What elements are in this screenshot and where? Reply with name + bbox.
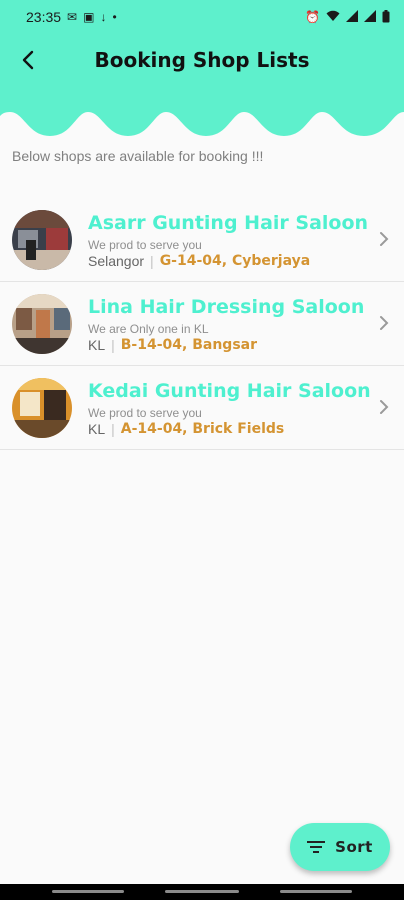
separator: |: [111, 337, 115, 353]
shop-avatar: [12, 294, 72, 354]
battery-icon: [382, 9, 390, 25]
dot-icon: •: [112, 10, 117, 24]
signal-icon: [364, 10, 376, 24]
shop-list-item[interactable]: Kedai Gunting Hair Saloon We prod to ser…: [0, 366, 404, 450]
shop-location: Selangor | G-14-04, Cyberjaya: [88, 253, 310, 269]
shop-list-item[interactable]: Lina Hair Dressing Saloon We are Only on…: [0, 282, 404, 366]
header-wave-decoration: [0, 112, 404, 140]
shop-tagline: We are Only one in KL: [88, 322, 209, 336]
separator: |: [150, 253, 154, 269]
wifi-icon: [326, 10, 340, 24]
shop-avatar: [12, 378, 72, 438]
sort-label: Sort: [335, 838, 373, 856]
nav-recents-gesture[interactable]: [280, 890, 352, 893]
shop-list-item[interactable]: Asarr Gunting Hair Saloon We prod to ser…: [0, 198, 404, 282]
status-bar: 23:35 ✉ ▣ ↓ • ⏰: [0, 0, 404, 34]
shop-list: Asarr Gunting Hair Saloon We prod to ser…: [0, 198, 404, 450]
shop-state: KL: [88, 337, 106, 353]
back-arrow-icon: [22, 50, 34, 70]
system-nav-bar: [0, 884, 404, 900]
shop-address: B-14-04, Bangsar: [120, 337, 258, 353]
sort-icon: [307, 841, 326, 853]
download-icon: ↓: [100, 10, 107, 24]
header: 23:35 ✉ ▣ ↓ • ⏰ Booking Shop Lists: [0, 0, 404, 140]
chevron-right-icon: [380, 316, 389, 330]
shop-location: KL | A-14-04, Brick Fields: [88, 421, 284, 437]
shop-location: KL | B-14-04, Bangsar: [88, 337, 257, 353]
image-icon: ▣: [83, 10, 95, 24]
shop-tagline: We prod to serve you: [88, 238, 202, 252]
nav-home-gesture[interactable]: [165, 890, 239, 893]
nav-back-gesture[interactable]: [52, 890, 124, 893]
status-time: 23:35: [26, 9, 62, 25]
shop-state: Selangor: [88, 253, 145, 269]
shop-state: KL: [88, 421, 106, 437]
shop-address: G-14-04, Cyberjaya: [159, 253, 311, 269]
chevron-right-icon: [380, 232, 389, 246]
shop-avatar: [12, 210, 72, 270]
chevron-right-icon: [380, 400, 389, 414]
signal-icon: [346, 10, 358, 24]
shop-name: Kedai Gunting Hair Saloon: [88, 380, 371, 402]
shop-name: Asarr Gunting Hair Saloon: [88, 212, 369, 234]
app-bar: Booking Shop Lists: [0, 34, 404, 86]
separator: |: [111, 421, 115, 437]
sort-button[interactable]: Sort: [290, 823, 390, 871]
availability-note: Below shops are available for booking !!…: [12, 148, 264, 164]
alarm-icon: ⏰: [305, 10, 320, 24]
page-title: Booking Shop Lists: [94, 48, 310, 72]
mail-icon: ✉: [67, 10, 78, 24]
shop-tagline: We prod to serve you: [88, 406, 202, 420]
shop-address: A-14-04, Brick Fields: [120, 421, 285, 437]
back-button[interactable]: [10, 42, 46, 78]
shop-name: Lina Hair Dressing Saloon: [88, 296, 365, 318]
